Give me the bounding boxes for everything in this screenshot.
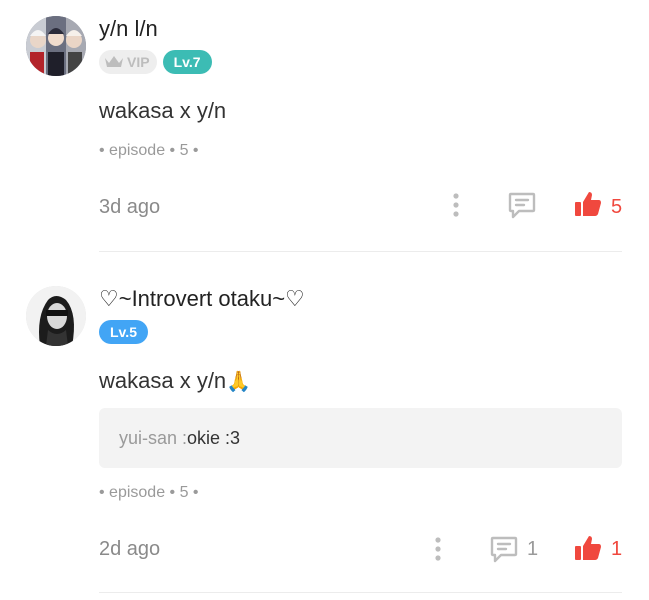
comment-item: y/n l/n VIP Lv.7 wakasa x y/n • episode … [0,0,649,252]
thumbs-up-icon[interactable] [574,534,602,562]
reply-preview[interactable]: yui-san : okie :3 [99,408,622,468]
episode-meta: • episode • 5 • [99,142,199,159]
level-badge: Lv.5 [99,320,148,344]
reply-author: yui-san : [119,427,188,448]
episode-meta: • episode • 5 • [99,484,199,501]
vip-badge: VIP [99,50,157,74]
level-badge: Lv.7 [162,50,212,74]
username[interactable]: ♡~Introvert otaku~♡ [99,286,305,312]
thumbs-up-icon[interactable] [574,190,602,218]
like-count: 5 [611,196,623,218]
avatar[interactable] [26,286,86,346]
badge-row: Lv.5 [99,320,148,344]
comment-text-body: wakasa x y/n [99,368,227,393]
comment-item: ♡~Introvert otaku~♡ Lv.5 wakasa x y/n🙏 y… [0,252,649,600]
username[interactable]: y/n l/n [99,16,158,42]
reply-count: 1 [527,538,539,560]
folded-hands-emoji: 🙏 [226,371,252,393]
more-vertical-icon[interactable] [449,192,463,218]
vip-label: VIP [127,54,150,70]
comment-text: wakasa x y/n🙏 [99,368,251,394]
timestamp: 2d ago [99,538,161,560]
divider [99,592,622,593]
comment-text: wakasa x y/n [99,98,227,123]
reply-text: okie :3 [187,427,241,448]
badge-row: VIP Lv.7 [99,50,212,74]
avatar[interactable] [26,16,86,76]
comment-icon[interactable] [489,534,519,564]
crown-icon [105,56,123,67]
more-vertical-icon[interactable] [431,536,445,562]
timestamp: 3d ago [99,196,161,218]
like-count: 1 [611,538,623,560]
comment-icon[interactable] [507,190,537,220]
